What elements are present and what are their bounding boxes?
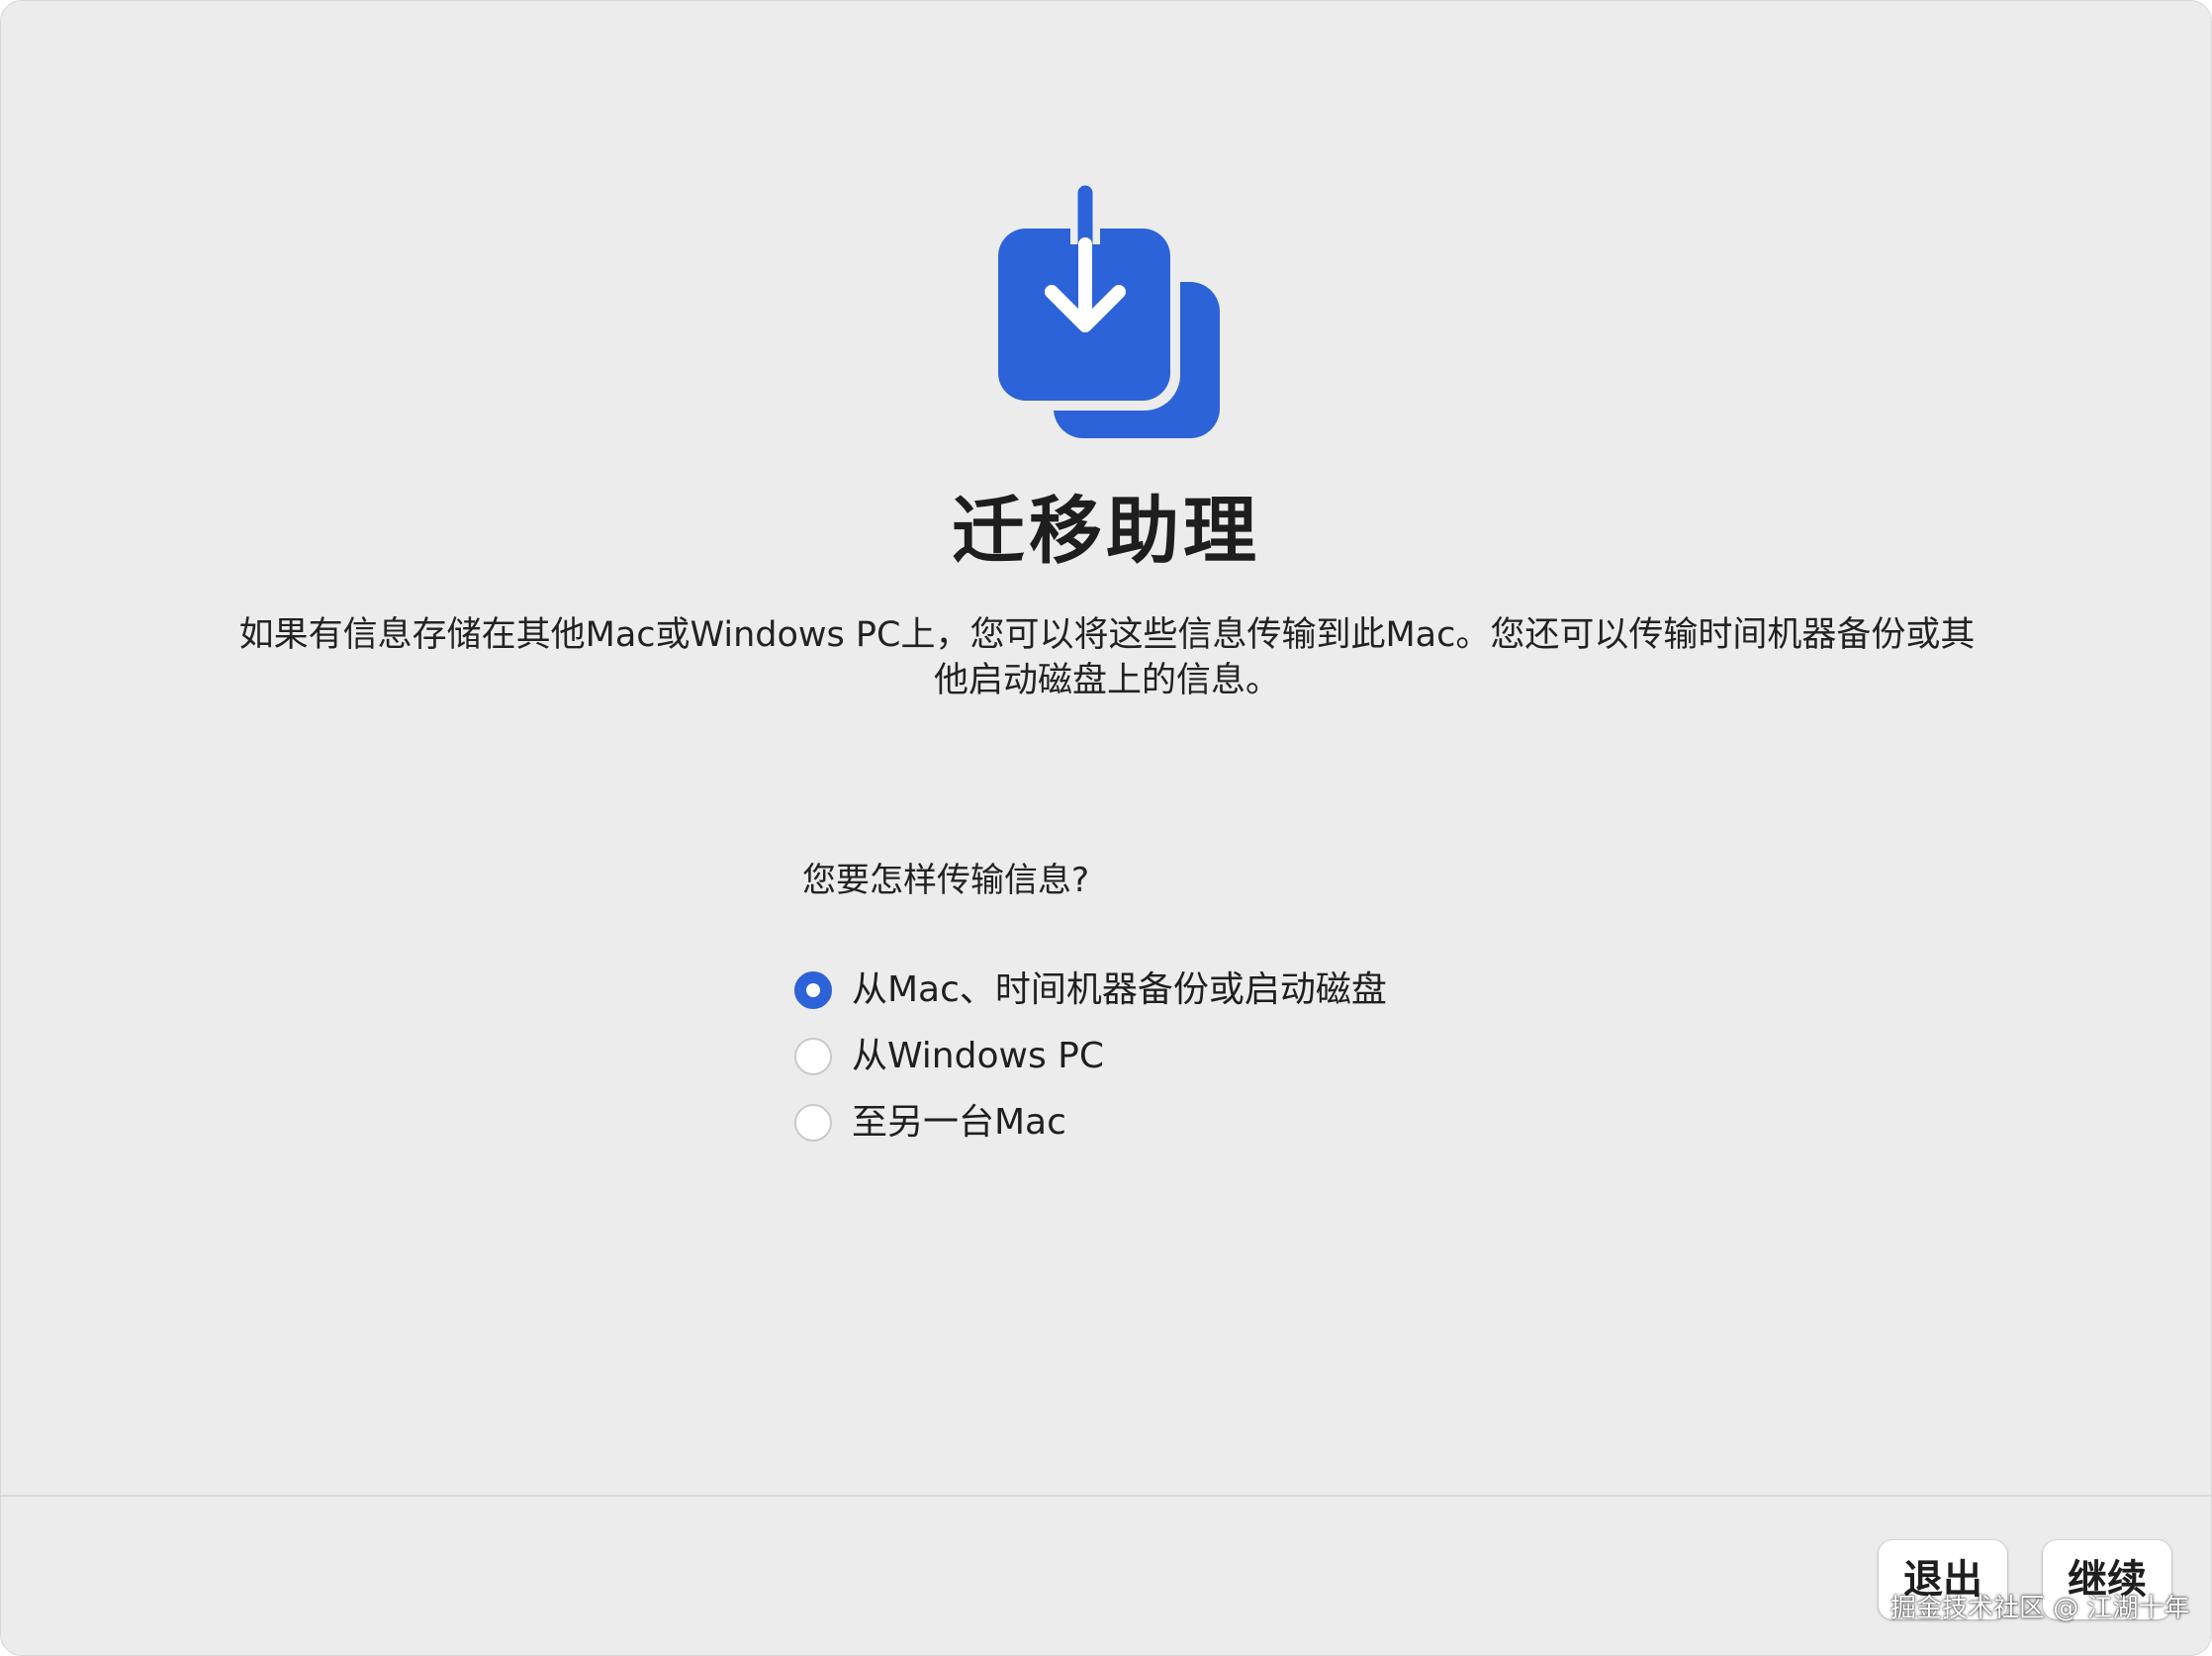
option-label-to-another-mac: 至另一台Mac xyxy=(852,1101,1066,1143)
transfer-options: 从Mac、时间机器备份或启动磁盘 从Windows PC 至另一台Mac xyxy=(794,957,1387,1155)
transfer-question: 您要怎样传输信息? xyxy=(802,861,1090,900)
intro-description: 如果有信息存储在其他Mac或Windows PC上，您可以将这些信息传输到此Ma… xyxy=(238,615,1976,700)
watermark: 掘金技术社区 @ 江湖十年 xyxy=(1890,1594,2190,1623)
app-title: 迁移助理 xyxy=(952,489,1260,574)
footer-divider xyxy=(1,1495,2211,1497)
option-from-windows[interactable]: 从Windows PC xyxy=(794,1023,1387,1089)
migration-assistant-window: 迁移助理 如果有信息存储在其他Mac或Windows PC上，您可以将这些信息传… xyxy=(0,0,2212,1656)
migration-download-icon xyxy=(996,185,1220,438)
radio-from-windows[interactable] xyxy=(794,1037,832,1075)
option-label-from-mac: 从Mac、时间机器备份或启动磁盘 xyxy=(852,968,1387,1010)
option-to-another-mac[interactable]: 至另一台Mac xyxy=(794,1089,1387,1155)
radio-from-mac[interactable] xyxy=(794,970,832,1009)
option-from-mac[interactable]: 从Mac、时间机器备份或启动磁盘 xyxy=(794,957,1387,1023)
radio-to-another-mac[interactable] xyxy=(794,1103,832,1142)
option-label-from-windows: 从Windows PC xyxy=(852,1035,1104,1076)
